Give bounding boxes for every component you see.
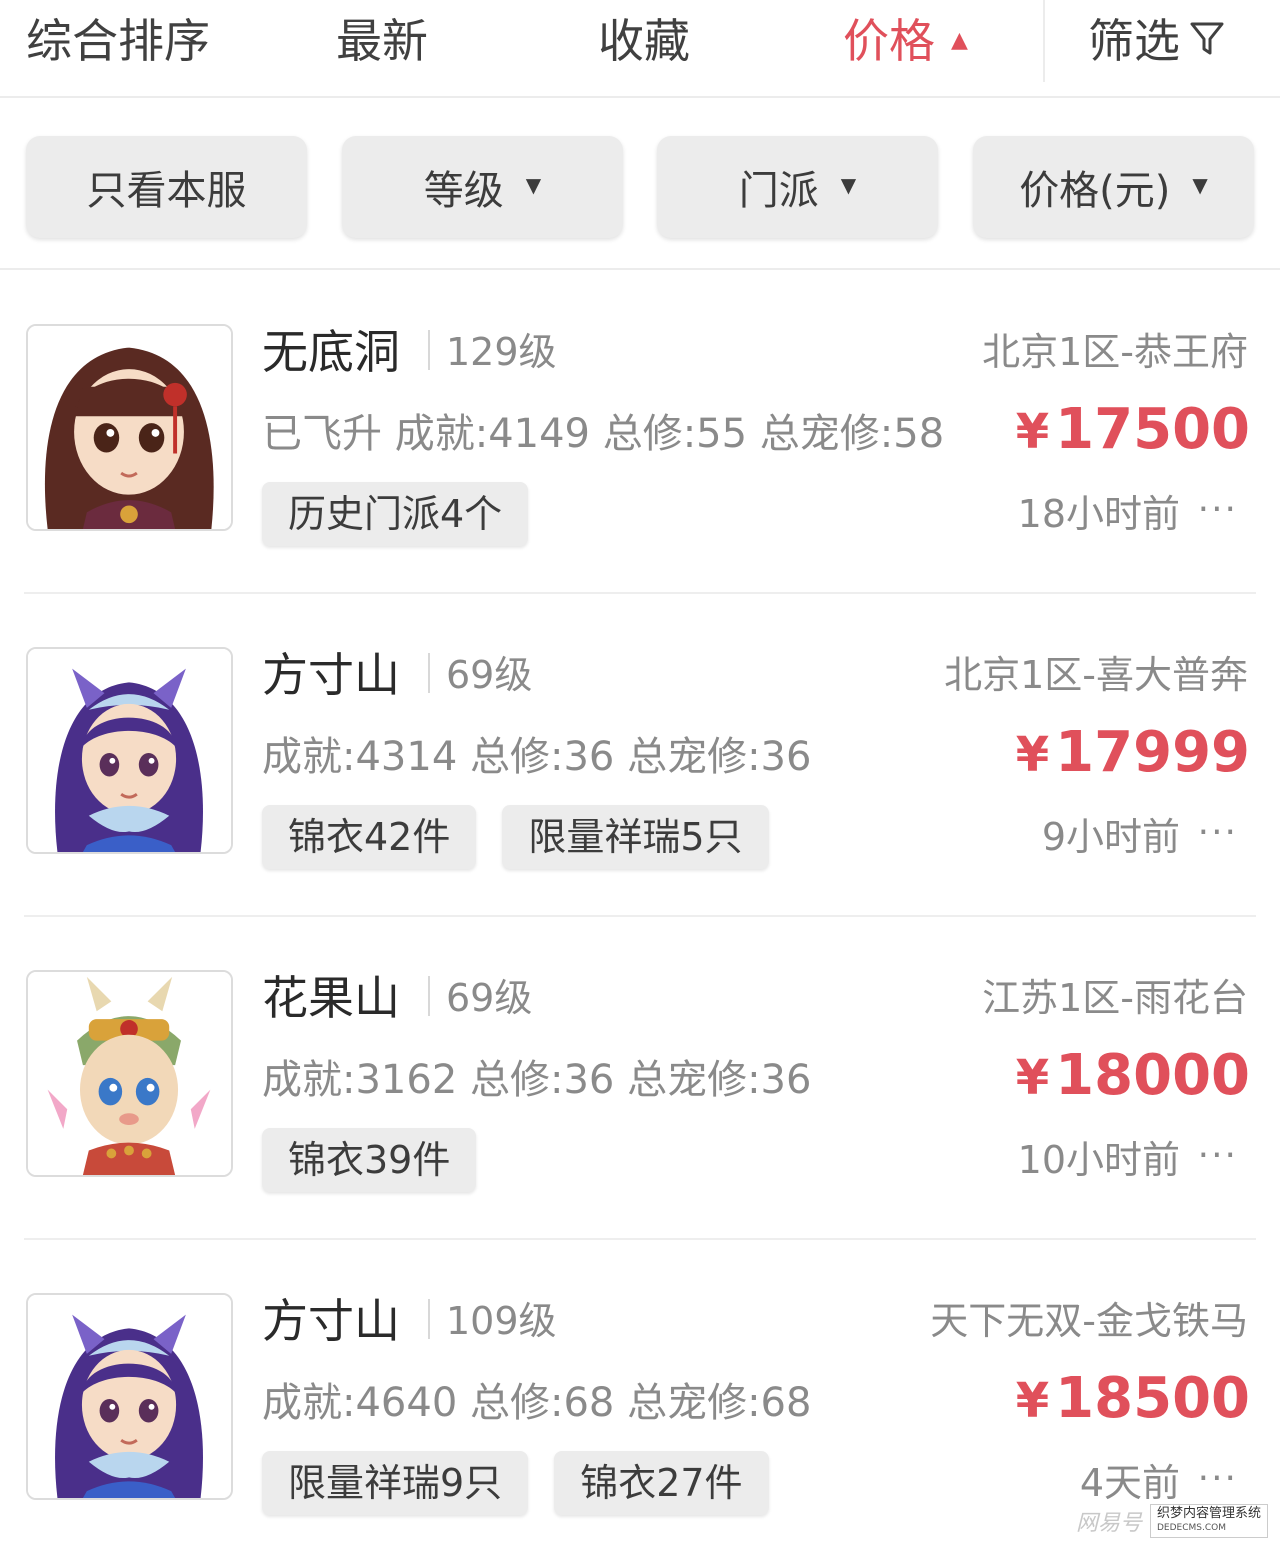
character-avatar[interactable]: [26, 970, 233, 1177]
watermark-domain: DEDECMS.COM: [1156, 1523, 1226, 1533]
school-name: 花果山: [262, 971, 400, 1025]
character-level: 69级: [446, 976, 533, 1020]
feature-tag: 限量祥瑞5只: [502, 805, 769, 869]
character-stats: 成就:4640 总修:68 总宠修:68: [262, 1380, 812, 1426]
caret-down-icon: ▼: [840, 173, 857, 197]
price-value: 17999: [1055, 720, 1250, 785]
price-value: 18000: [1055, 1043, 1250, 1108]
watermark-logo: 织梦内容管理系统 DEDECMS.COM: [1149, 1504, 1268, 1538]
character-level: 69级: [446, 653, 533, 697]
feature-tag: 限量祥瑞9只: [262, 1451, 529, 1515]
more-options-icon[interactable]: ···: [1198, 807, 1238, 859]
filter-bar: 只看本服 等级 ▼ 门派 ▼ 价格(元) ▼: [0, 100, 1280, 270]
listed-time: 18小时前: [1017, 492, 1180, 536]
divider: [428, 1299, 430, 1339]
filter-label: 价格(元): [1019, 168, 1171, 214]
more-options-icon[interactable]: ···: [1198, 1453, 1238, 1505]
price: ¥17500: [1016, 398, 1250, 464]
divider: [428, 653, 430, 693]
server-name: 北京1区-喜大普奔: [944, 653, 1248, 697]
price: ¥17999: [1016, 721, 1250, 787]
tab-filter[interactable]: 筛选: [1088, 12, 1224, 74]
more-options-icon[interactable]: ···: [1198, 484, 1238, 536]
character-portrait-icon: [28, 1295, 231, 1498]
feature-tag: 历史门派4个: [262, 482, 529, 546]
tab-label: 价格: [843, 14, 935, 68]
character-stats: 成就:4314 总修:36 总宠修:36: [262, 734, 812, 780]
character-level: 129级: [446, 330, 557, 374]
character-avatar[interactable]: [26, 324, 233, 531]
currency-symbol: ¥: [1015, 1373, 1050, 1429]
character-avatar[interactable]: [26, 1293, 233, 1500]
tab-comprehensive-sort[interactable]: 综合排序: [26, 12, 210, 70]
filter-label: 只看本服: [86, 168, 247, 214]
school-name: 方寸山: [262, 648, 400, 702]
more-options-icon[interactable]: ···: [1198, 1130, 1238, 1182]
filter-label: 门派: [738, 168, 819, 214]
character-portrait-icon: [28, 649, 231, 852]
tab-newest[interactable]: 最新: [336, 12, 428, 70]
filter-label: 等级: [423, 168, 504, 214]
caret-down-icon: ▼: [1192, 173, 1208, 197]
school-name: 无底洞: [262, 325, 400, 379]
tag-list: 锦衣42件 限量祥瑞5只: [262, 805, 769, 869]
watermark: 网易号 织梦内容管理系统 DEDECMS.COM: [1076, 1504, 1268, 1538]
character-stats: 已飞升 成就:4149 总修:55 总宠修:58: [262, 411, 945, 457]
tag-list: 限量祥瑞9只 锦衣27件: [262, 1451, 769, 1515]
list-item[interactable]: 方寸山 69级 北京1区-喜大普奔 成就:4314 总修:36 总宠修:36 ¥…: [0, 647, 1280, 969]
listed-time: 9小时前: [1041, 815, 1180, 859]
price-value: 17500: [1055, 397, 1250, 462]
school-filter-dropdown[interactable]: 门派 ▼: [657, 136, 938, 238]
feature-tag: 锦衣42件: [262, 805, 477, 869]
sort-bar: 综合排序 最新 收藏 价格 ▲ 筛选: [0, 0, 1280, 98]
tab-label: 筛选: [1088, 14, 1180, 68]
currency-symbol: ¥: [1015, 1050, 1050, 1106]
character-portrait-icon: [28, 972, 231, 1175]
currency-symbol: ¥: [1015, 727, 1050, 783]
tab-price[interactable]: 价格 ▲: [843, 12, 968, 74]
character-stats: 成就:3162 总修:36 总宠修:36: [262, 1057, 812, 1103]
listed-time: 10小时前: [1017, 1138, 1180, 1182]
tag-list: 历史门派4个: [262, 482, 529, 546]
list-item[interactable]: 无底洞 129级 北京1区-恭王府 已飞升 成就:4149 总修:55 总宠修:…: [0, 324, 1280, 646]
only-this-server-filter[interactable]: 只看本服: [26, 136, 307, 238]
divider: [24, 1238, 1256, 1240]
watermark-title: 织梦内容管理系统: [1156, 1506, 1261, 1521]
tab-label: 最新: [336, 14, 428, 68]
server-name: 北京1区-恭王府: [982, 330, 1248, 374]
tab-label: 综合排序: [26, 14, 210, 68]
funnel-icon: [1190, 12, 1224, 70]
server-name: 江苏1区-雨花台: [982, 976, 1248, 1020]
tab-label: 收藏: [598, 14, 690, 68]
tab-favorites[interactable]: 收藏: [598, 12, 690, 70]
caret-down-icon: ▼: [525, 173, 542, 197]
price: ¥18000: [1016, 1044, 1250, 1110]
feature-tag: 锦衣39件: [262, 1128, 477, 1192]
divider: [428, 976, 430, 1016]
divider: [24, 915, 1256, 917]
character-portrait-icon: [28, 326, 231, 529]
tag-list: 锦衣39件: [262, 1128, 477, 1192]
level-filter-dropdown[interactable]: 等级 ▼: [342, 136, 623, 238]
character-level: 109级: [446, 1299, 557, 1343]
price-value: 18500: [1055, 1366, 1250, 1431]
currency-symbol: ¥: [1015, 404, 1050, 460]
feature-tag: 锦衣27件: [554, 1451, 769, 1515]
divider: [1043, 0, 1045, 82]
watermark-source: 网易号: [1075, 1511, 1142, 1536]
price: ¥18500: [1016, 1367, 1250, 1433]
character-avatar[interactable]: [26, 647, 233, 854]
sort-ascending-icon: ▲: [951, 27, 968, 53]
listed-time: 4天前: [1079, 1461, 1180, 1505]
school-name: 方寸山: [262, 1294, 400, 1348]
server-name: 天下无双-金戈铁马: [930, 1299, 1248, 1343]
divider: [428, 330, 430, 370]
list-item[interactable]: 花果山 69级 江苏1区-雨花台 成就:3162 总修:36 总宠修:36 ¥1…: [0, 970, 1280, 1292]
divider: [24, 592, 1256, 594]
price-filter-dropdown[interactable]: 价格(元) ▼: [973, 136, 1254, 238]
